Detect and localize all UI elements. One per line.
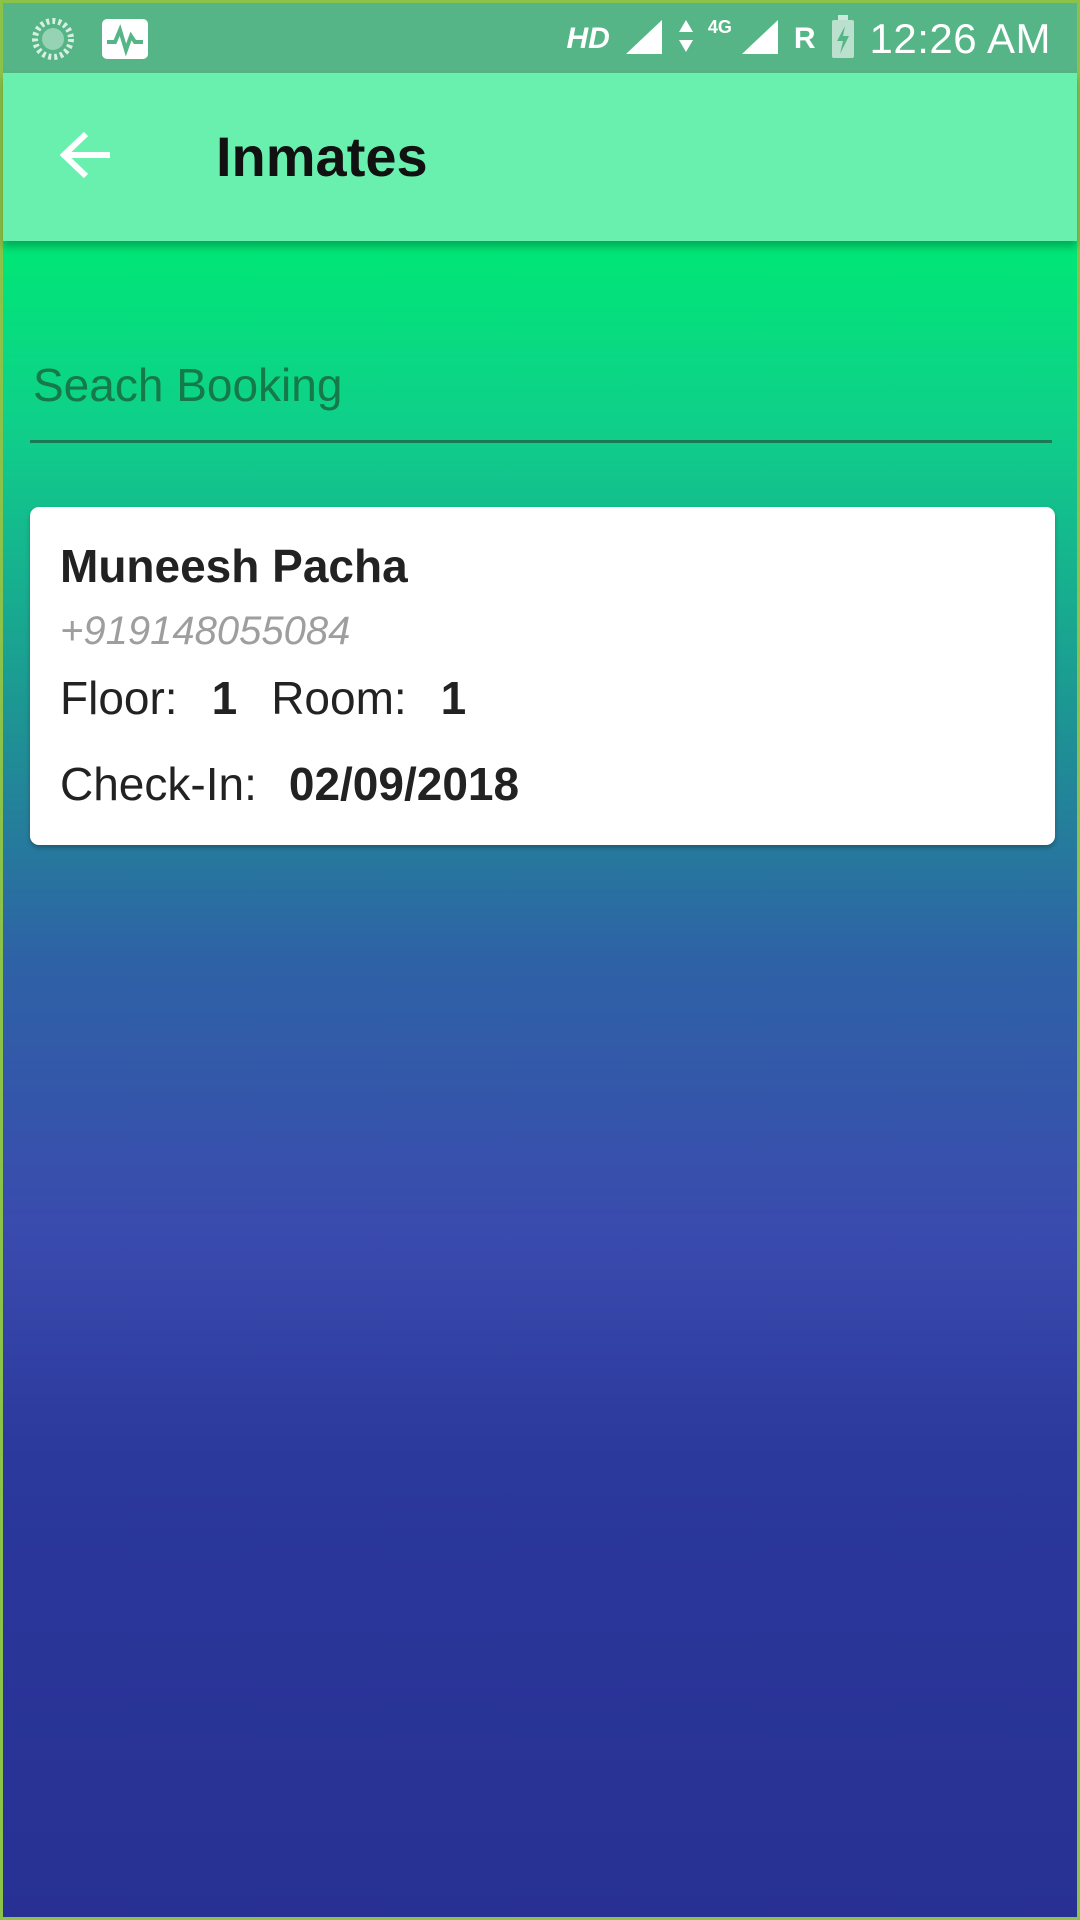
hd-indicator: HD <box>566 22 610 55</box>
arrow-back-icon <box>59 131 112 184</box>
clock: 12:26 AM <box>869 15 1051 62</box>
room-value: 1 <box>440 672 467 724</box>
inmate-phone: +919148055084 <box>60 609 351 653</box>
inmate-card[interactable]: Muneesh Pacha +919148055084 Floor: 1 Roo… <box>30 507 1055 845</box>
room-label: Room: <box>271 672 407 724</box>
search-input[interactable] <box>30 303 1052 443</box>
status-left <box>31 17 149 66</box>
checkin-row: Check-In: 02/09/2018 <box>60 757 519 811</box>
status-right: HD 4G R 12:26 AM <box>567 13 1052 65</box>
page-title: Inmates <box>216 125 428 188</box>
floor-room-row: Floor: 1 Room: 1 <box>60 671 466 725</box>
signal-icon <box>624 18 664 61</box>
floor-value: 1 <box>211 672 238 724</box>
floor-label: Floor: <box>60 672 178 724</box>
checkin-label: Check-In: <box>60 758 257 810</box>
battery-charging-icon <box>830 14 856 65</box>
checkin-value: 02/09/2018 <box>288 758 520 810</box>
data-arrows-icon <box>678 18 694 61</box>
inmate-name: Muneesh Pacha <box>60 540 408 592</box>
search-field <box>30 303 1052 451</box>
app-bar: Inmates <box>3 73 1077 241</box>
loading-icon <box>31 17 75 66</box>
network-type: 4G <box>707 16 732 37</box>
roaming-indicator: R <box>793 22 816 55</box>
activity-icon <box>101 18 149 65</box>
signal-icon-2 <box>740 18 780 61</box>
back-button[interactable] <box>53 125 119 189</box>
status-bar: HD 4G R 12:26 AM <box>3 3 1077 73</box>
